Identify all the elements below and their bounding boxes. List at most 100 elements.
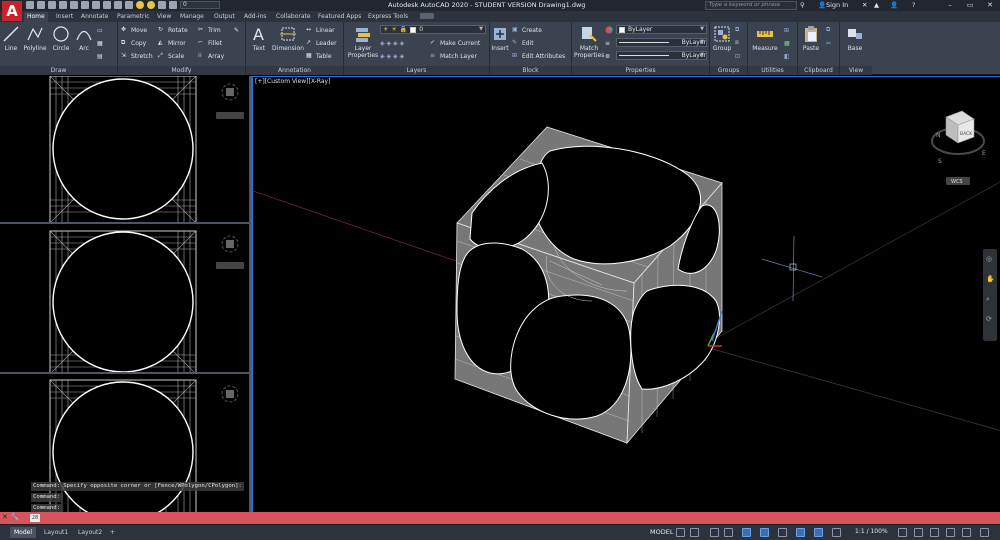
hatch-icon[interactable]: ▦ bbox=[97, 38, 103, 48]
annotation-monitor-icon[interactable] bbox=[914, 528, 923, 537]
tab-add-ins[interactable]: Add-ins bbox=[241, 12, 269, 22]
sign-in-link[interactable]: Sign In bbox=[826, 1, 848, 9]
calculator-icon[interactable]: ▦ bbox=[784, 38, 790, 48]
tab-annotate[interactable]: Annotate bbox=[78, 12, 111, 22]
save-web-icon[interactable] bbox=[81, 1, 89, 9]
utilities-panel-title[interactable]: Utilities bbox=[748, 66, 797, 75]
match-layer-button[interactable]: ≡ Match Layer bbox=[430, 51, 477, 61]
edit-attributes-button[interactable]: ⊞ Edit Attributes bbox=[512, 51, 565, 61]
gradient-icon[interactable]: ▤ bbox=[97, 51, 103, 61]
arc-button[interactable]: Arc bbox=[75, 25, 93, 52]
tab-featured-apps[interactable]: Featured Apps bbox=[315, 12, 364, 22]
open-icon[interactable] bbox=[37, 1, 45, 9]
leader-button[interactable]: ↗ Leader bbox=[306, 38, 337, 48]
draw-panel-title[interactable]: Draw bbox=[0, 66, 117, 75]
match-properties-button[interactable]: Match Properties bbox=[574, 25, 604, 59]
ribbon-toggle-icon[interactable] bbox=[420, 13, 434, 19]
viewcube[interactable]: S E N BACK WCS bbox=[926, 103, 996, 193]
undo-icon[interactable] bbox=[103, 1, 111, 9]
customization-menu-icon[interactable] bbox=[980, 528, 989, 537]
model-space-button[interactable]: MODEL bbox=[650, 528, 673, 536]
layout-tab-layout1[interactable]: Layout1 bbox=[40, 527, 72, 538]
polar-icon[interactable] bbox=[760, 528, 769, 537]
layers-panel-title[interactable]: Layers bbox=[344, 66, 489, 75]
zoom-extents-icon[interactable]: ⌕ bbox=[986, 295, 990, 304]
lineweight-dropdown[interactable]: ByLayer ▼ bbox=[616, 38, 707, 47]
tab-collaborate[interactable]: Collaborate bbox=[273, 12, 314, 22]
layer-on-icon[interactable] bbox=[136, 1, 144, 9]
dynamic-input-icon[interactable] bbox=[724, 528, 733, 537]
help-icon[interactable]: ? bbox=[912, 1, 915, 9]
base-button[interactable]: Base bbox=[844, 25, 866, 52]
block-panel-title[interactable]: Block bbox=[490, 66, 571, 75]
paste-button[interactable]: Paste bbox=[800, 25, 822, 52]
maximize-icon[interactable]: ▭ bbox=[960, 0, 980, 11]
annotation-scale[interactable]: 1:1 / 100% bbox=[855, 528, 888, 535]
create-block-button[interactable]: ▣ Create bbox=[512, 25, 542, 35]
annotation-visibility-icon[interactable] bbox=[832, 528, 841, 537]
workspace-gear-icon[interactable] bbox=[898, 528, 907, 537]
trim-button[interactable]: ✂ Trim bbox=[198, 25, 221, 35]
plot-icon[interactable] bbox=[92, 1, 100, 9]
grid-icon[interactable] bbox=[676, 528, 685, 537]
ortho-icon[interactable] bbox=[742, 528, 751, 537]
object-snap-tracking-icon[interactable] bbox=[796, 528, 805, 537]
command-prompt-icon[interactable]: 28 bbox=[30, 514, 40, 522]
close-icon[interactable]: ✕ bbox=[980, 0, 1000, 11]
line-button[interactable]: Line bbox=[2, 25, 20, 52]
add-layout-icon[interactable]: + bbox=[106, 527, 119, 538]
clean-screen-icon[interactable] bbox=[962, 528, 971, 537]
layer-properties-button[interactable]: Layer Properties bbox=[346, 25, 380, 59]
group-edit-icon[interactable]: ⧈ bbox=[735, 38, 739, 48]
layout-tab-layout2[interactable]: Layout2 bbox=[74, 527, 106, 538]
text-button[interactable]: A Text bbox=[249, 25, 269, 52]
open-web-icon[interactable] bbox=[70, 1, 78, 9]
erase-icon[interactable]: ✎ bbox=[234, 25, 239, 35]
properties-panel-title[interactable]: Properties bbox=[572, 66, 709, 75]
modify-panel-title[interactable]: Modify bbox=[118, 66, 245, 75]
move-button[interactable]: ✥ Move bbox=[121, 25, 147, 35]
cut-icon[interactable]: ✂ bbox=[826, 38, 831, 48]
tab-view[interactable]: View bbox=[154, 12, 174, 22]
orbit-icon[interactable]: ⟳ bbox=[986, 315, 992, 323]
search-icon[interactable]: ⚲ bbox=[800, 1, 805, 9]
mirror-button[interactable]: ◭ Mirror bbox=[158, 38, 186, 48]
viewcube-mini[interactable] bbox=[0, 226, 250, 374]
isolate-objects-icon[interactable] bbox=[946, 528, 955, 537]
viewcube-mini[interactable] bbox=[0, 76, 250, 224]
viewport-main[interactable]: [+][Custom View][X-Ray] S E N BACK WCS ◎… bbox=[251, 76, 1000, 512]
group-select-icon[interactable]: ⊡ bbox=[735, 51, 740, 61]
copy-button[interactable]: ⧉ Copy bbox=[121, 38, 146, 48]
groups-panel-title[interactable]: Groups bbox=[710, 66, 747, 75]
make-current-button[interactable]: ✔ Make Current bbox=[430, 38, 480, 48]
layer-lock-icon[interactable] bbox=[158, 1, 166, 9]
tab-output[interactable]: Output bbox=[211, 12, 238, 22]
stretch-button[interactable]: ⇲ Stretch bbox=[121, 51, 153, 61]
measure-button[interactable]: Measure bbox=[750, 25, 780, 52]
copy-clip-icon[interactable]: ⧉ bbox=[826, 25, 830, 35]
tab-insert[interactable]: Insert bbox=[53, 12, 76, 22]
linear-button[interactable]: ↔ Linear bbox=[306, 25, 335, 35]
object-snap-icon[interactable] bbox=[814, 528, 823, 537]
tab-manage[interactable]: Manage bbox=[177, 12, 207, 22]
insert-button[interactable]: Insert bbox=[491, 25, 509, 52]
new-icon[interactable] bbox=[26, 1, 34, 9]
rotate-button[interactable]: ↻ Rotate bbox=[158, 25, 188, 35]
search-input[interactable]: Type a keyword or phrase bbox=[705, 1, 797, 10]
redo-icon[interactable] bbox=[114, 1, 122, 9]
table-button[interactable]: ▦ Table bbox=[306, 51, 332, 61]
tab-home[interactable]: Home bbox=[24, 12, 48, 22]
color-dropdown[interactable]: ByLayer ▼ bbox=[616, 25, 707, 34]
array-button[interactable]: ⁞⁞ Array bbox=[198, 51, 224, 61]
save-icon[interactable] bbox=[48, 1, 56, 9]
quick-select-icon[interactable]: ⊞ bbox=[784, 25, 789, 35]
close-icon[interactable]: ✕ bbox=[2, 513, 8, 521]
a360-icon[interactable]: ▲ bbox=[874, 1, 879, 9]
application-menu-button[interactable]: A bbox=[2, 1, 22, 21]
stay-connected-icon[interactable]: 👤 bbox=[890, 1, 898, 9]
layout-tab-model[interactable]: Model bbox=[10, 527, 37, 538]
viewport-top[interactable] bbox=[0, 76, 250, 224]
full-navigation-wheel-icon[interactable]: ◎ bbox=[986, 255, 992, 263]
rectangle-icon[interactable]: ▭ bbox=[97, 25, 103, 35]
share-icon[interactable] bbox=[125, 1, 133, 9]
